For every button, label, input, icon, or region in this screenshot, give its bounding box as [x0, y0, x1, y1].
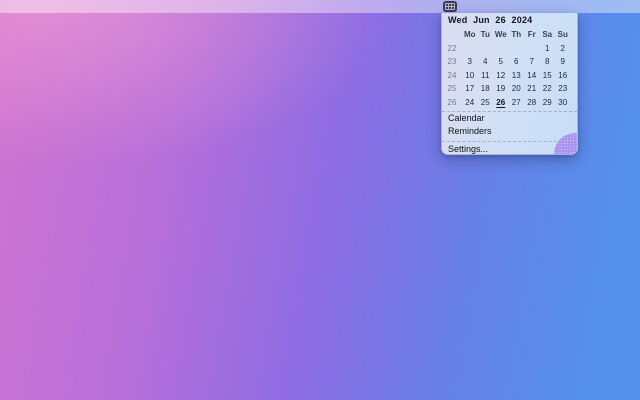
calendar-date-cell[interactable]: 18 — [478, 82, 494, 96]
calendar-date-cell[interactable]: 23 — [555, 82, 571, 96]
menu-bar — [0, 0, 640, 13]
calendar-date-cell[interactable]: 3 — [462, 55, 478, 69]
calendar-tray-button[interactable] — [443, 1, 457, 12]
calendar-date-cell[interactable]: 4 — [478, 55, 494, 69]
calendar-date-cell[interactable]: 24 — [462, 96, 478, 110]
calendar-date-cell[interactable]: 25 — [478, 96, 494, 110]
day-header-cell: Sa — [542, 30, 553, 39]
calendar-date-cell[interactable]: 20 — [509, 82, 525, 96]
calendar-date-cell[interactable]: 19 — [493, 82, 509, 96]
current-date-header: Wed Jun 26 2024 — [448, 15, 533, 25]
week-number: 24 — [447, 70, 457, 80]
week-number: 25 — [447, 84, 457, 93]
calendar-date-cell[interactable]: 21 — [524, 82, 540, 96]
calendar-date-cell[interactable]: 6 — [509, 55, 525, 69]
calendar-date-cell — [509, 42, 525, 56]
calendar-date-cell — [478, 42, 494, 56]
calendar-date-cell[interactable]: 2 — [555, 42, 571, 56]
week-col-spacer — [442, 28, 462, 42]
calendar-date-cell[interactable]: 14 — [524, 69, 540, 83]
day-header-cell: Su — [557, 30, 568, 39]
calendar-dropdown-panel: Wed Jun 26 2024 Mo Tu We Th Fr Sa Su 22 … — [441, 13, 578, 155]
calendar-date-cell[interactable]: 11 — [478, 69, 494, 83]
calendar-date-cell[interactable]: 9 — [555, 55, 571, 69]
day-header-cell: Fr — [527, 30, 536, 39]
day-header-cell: Tu — [480, 30, 490, 39]
day-header-cell: We — [494, 30, 507, 39]
calendar-date-cell[interactable]: 29 — [540, 96, 556, 110]
calendar-date-cell[interactable]: 17 — [462, 82, 478, 96]
week-number: 26 — [447, 97, 457, 107]
calendar-date-cell[interactable]: 28 — [524, 96, 540, 110]
calendar-date-cell[interactable]: 5 — [493, 55, 509, 69]
day-header-cell: Th — [511, 30, 522, 39]
calendar-grid: Mo Tu We Th Fr Sa Su 22 1 2 23 3 4 5 6 7… — [442, 28, 577, 109]
calendar-date-cell[interactable]: 10 — [462, 69, 478, 83]
calendar-date-cell — [462, 42, 478, 56]
week-number: 23 — [447, 57, 457, 66]
calendar-date-cell[interactable]: 30 — [555, 96, 571, 110]
calendar-date-cell-selected[interactable]: 26 — [493, 96, 509, 110]
calendar-date-cell — [524, 42, 540, 56]
calendar-date-cell[interactable]: 15 — [540, 69, 556, 83]
menu-item-reminders[interactable]: Reminders — [442, 125, 577, 138]
calendar-date-cell[interactable]: 8 — [540, 55, 556, 69]
calendar-date-cell[interactable]: 7 — [524, 55, 540, 69]
calendar-date-cell[interactable]: 22 — [540, 82, 556, 96]
calendar-date-cell — [493, 42, 509, 56]
calendar-date-cell[interactable]: 16 — [555, 69, 571, 83]
calendar-date-cell[interactable]: 1 — [540, 42, 556, 56]
calendar-date-cell[interactable]: 12 — [493, 69, 509, 83]
calendar-date-cell[interactable]: 13 — [509, 69, 525, 83]
calendar-date-cell[interactable]: 27 — [509, 96, 525, 110]
calendar-grid-icon — [445, 3, 455, 10]
menu-item-calendar[interactable]: Calendar — [442, 112, 577, 125]
week-number: 22 — [447, 43, 457, 53]
day-header-cell: Mo — [463, 30, 476, 39]
